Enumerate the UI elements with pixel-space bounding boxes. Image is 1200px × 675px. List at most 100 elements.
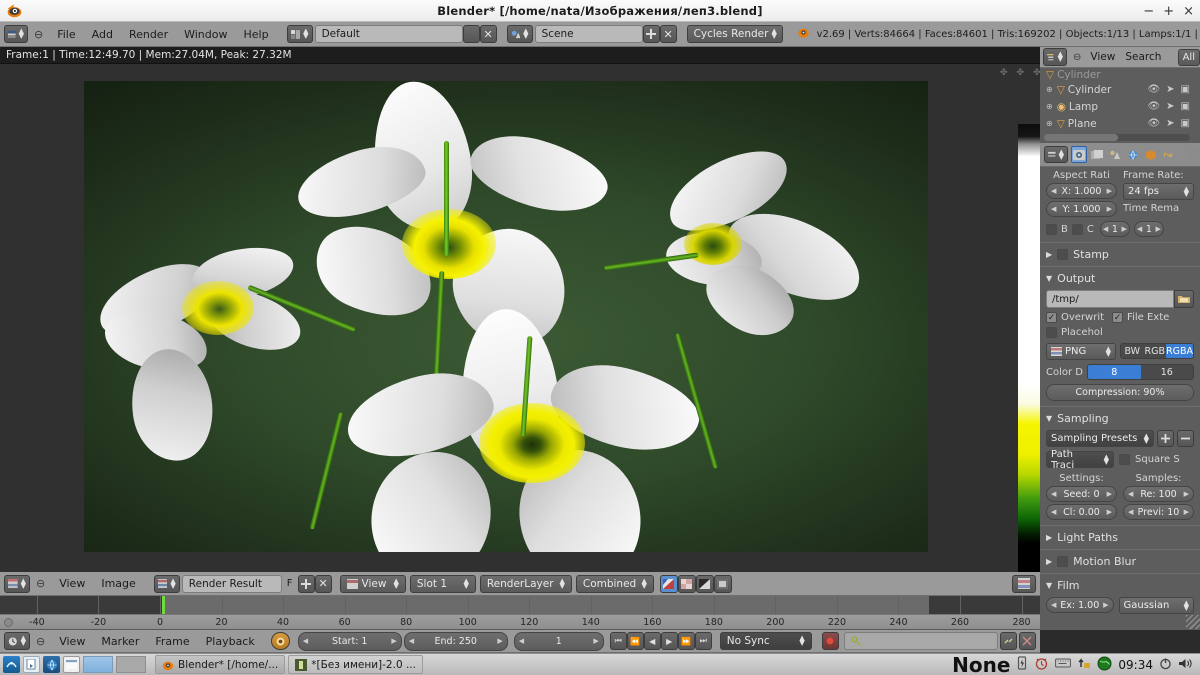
- increment-icon[interactable]: ▶: [1107, 490, 1112, 498]
- add-layout-button[interactable]: plus-icon: [463, 25, 480, 43]
- aspect-y-field[interactable]: ◀ Y: 1.000 ▶: [1046, 201, 1117, 217]
- motion-blur-panel-header[interactable]: ▶ Motion Blur: [1046, 552, 1194, 571]
- info-editor-icon[interactable]: ▲▼: [4, 25, 28, 43]
- decrement-icon[interactable]: ◀: [519, 637, 524, 645]
- list-item[interactable]: ▽ Cylinder: [1040, 68, 1200, 81]
- cursor-icon[interactable]: ➤: [1166, 101, 1174, 112]
- menu-view[interactable]: View: [51, 571, 93, 596]
- constraints-tab[interactable]: [1161, 146, 1177, 163]
- keyboard-layout-icon[interactable]: [1055, 657, 1071, 672]
- screen-layout-field[interactable]: Default: [315, 25, 463, 43]
- next-keyframe-icon[interactable]: ⏩: [678, 632, 695, 650]
- light-paths-panel-header[interactable]: ▶ Light Paths: [1046, 528, 1194, 547]
- fake-user-toggle[interactable]: F: [287, 578, 293, 589]
- screen-layout-icon[interactable]: ▲▼: [287, 25, 313, 43]
- integrator-dropdown[interactable]: Path Traci ▲▼: [1046, 451, 1114, 468]
- list-item[interactable]: ⊕ ▽ Plane 👁 ➤ ▣: [1040, 115, 1200, 132]
- workspace-1[interactable]: [83, 656, 113, 673]
- play-reverse-icon[interactable]: ◀: [644, 632, 661, 650]
- overwrite-checkbox[interactable]: ✓: [1046, 312, 1057, 323]
- eye-icon[interactable]: 👁: [1147, 101, 1160, 112]
- stamp-panel-header[interactable]: ▶ Stamp: [1046, 245, 1194, 264]
- color-mode-rgba[interactable]: RGBA: [1166, 344, 1193, 358]
- timeline-track[interactable]: [0, 596, 1040, 614]
- color-mode-segmented[interactable]: BW RGB RGBA: [1120, 343, 1194, 359]
- minimize-icon[interactable]: −: [1143, 5, 1154, 18]
- workspace-2[interactable]: [116, 656, 146, 673]
- outliner-tree[interactable]: ▽ Cylinder ⊕ ▽ Cylinder 👁 ➤ ▣ ⊕ ◉ Lamp 👁: [1040, 68, 1200, 143]
- increment-icon[interactable]: ▶: [497, 637, 502, 645]
- menu-help[interactable]: Help: [235, 22, 276, 47]
- collapse-menu-icon[interactable]: ⊖: [34, 28, 43, 41]
- taskbar-clock[interactable]: 09:34: [1118, 658, 1153, 672]
- properties-editor-icon[interactable]: ▲▼: [1044, 146, 1068, 163]
- color-channels-icon[interactable]: [660, 575, 678, 593]
- task-blender[interactable]: Blender* [/home/...: [155, 655, 285, 674]
- eye-icon[interactable]: 👁: [1147, 84, 1160, 95]
- properties-area[interactable]: ▲▼ Asp: [1040, 143, 1200, 630]
- collapse-menu-icon[interactable]: ⊖: [36, 635, 45, 648]
- folder-icon[interactable]: [1174, 290, 1194, 308]
- clamp-field[interactable]: ◀ Cl: 0.00 ▶: [1046, 504, 1117, 520]
- time-remap-b-checkbox[interactable]: [1046, 224, 1057, 235]
- motion-blur-checkbox[interactable]: [1057, 556, 1068, 567]
- network-icon[interactable]: [43, 656, 60, 673]
- decrement-icon[interactable]: ◀: [1051, 490, 1056, 498]
- camera-icon[interactable]: ▣: [1181, 84, 1190, 95]
- increment-icon[interactable]: ▶: [391, 637, 396, 645]
- sampling-panel-header[interactable]: ▼ Sampling: [1046, 409, 1194, 428]
- jump-to-start-icon[interactable]: ⏮: [610, 632, 627, 650]
- record-icon[interactable]: [822, 632, 839, 650]
- previous-keyframe-icon[interactable]: ⏪: [627, 632, 644, 650]
- decrement-icon[interactable]: ◀: [1128, 490, 1133, 498]
- seed-field[interactable]: ◀ Seed: 0 ▶: [1046, 486, 1117, 502]
- outliner-horizontal-scrollbar[interactable]: [1044, 134, 1190, 141]
- decrement-icon[interactable]: ◀: [409, 637, 414, 645]
- scene-field[interactable]: Scene: [535, 25, 643, 43]
- output-path-field[interactable]: /tmp/: [1046, 290, 1174, 308]
- stamp-checkbox[interactable]: [1057, 249, 1068, 260]
- add-preset-button[interactable]: [1157, 430, 1174, 447]
- color-mode-bw[interactable]: BW: [1121, 344, 1144, 358]
- task-text-editor[interactable]: *[Без имени]-2.0 ...: [288, 655, 423, 674]
- outliner-menu-search[interactable]: Search: [1120, 47, 1166, 68]
- camera-icon[interactable]: ▣: [1181, 118, 1190, 129]
- increment-icon[interactable]: ▶: [1121, 225, 1126, 233]
- menu-playback[interactable]: Playback: [198, 629, 263, 654]
- area-grip[interactable]: [1186, 615, 1200, 629]
- network-up-down-icon[interactable]: [1077, 656, 1091, 673]
- menu-image[interactable]: Image: [93, 571, 143, 596]
- placeholders-checkbox[interactable]: [1046, 327, 1057, 338]
- camera-icon[interactable]: ▣: [1181, 101, 1190, 112]
- collapse-menu-icon[interactable]: ⊖: [36, 577, 45, 590]
- render-slot-dropdown[interactable]: Slot 1 ▲▼: [410, 575, 476, 593]
- image-editor-icon[interactable]: ▲▼: [4, 575, 30, 593]
- output-panel-header[interactable]: ▼ Output: [1046, 269, 1194, 288]
- decrement-icon[interactable]: ◀: [1051, 205, 1056, 213]
- volume-icon[interactable]: [1178, 657, 1193, 673]
- menu-frame[interactable]: Frame: [147, 629, 197, 654]
- render-result-image[interactable]: [84, 81, 928, 552]
- filter-type-dropdown[interactable]: Gaussian ▲▼: [1119, 597, 1195, 614]
- close-icon[interactable]: ×: [1183, 5, 1194, 18]
- film-panel-header[interactable]: ▼ Film: [1046, 576, 1194, 595]
- preview-samples-field[interactable]: ◀ Previ: 10 ▶: [1123, 504, 1194, 520]
- increment-icon[interactable]: ▶: [1184, 508, 1189, 516]
- time-remap-c-checkbox[interactable]: [1072, 224, 1083, 235]
- area-grip[interactable]: [1186, 146, 1200, 160]
- delete-scene-button[interactable]: ✕: [660, 25, 677, 43]
- editor-type-icon[interactable]: [1012, 575, 1036, 593]
- decrement-icon[interactable]: ◀: [1137, 225, 1142, 233]
- time-remap-old-field[interactable]: ◀ 1 ▶: [1100, 221, 1130, 237]
- menu-file[interactable]: File: [49, 22, 83, 47]
- clear-keyingset-icon[interactable]: [1019, 632, 1036, 650]
- play-icon[interactable]: ▶: [661, 632, 678, 650]
- maximize-icon[interactable]: +: [1163, 5, 1174, 18]
- decrement-icon[interactable]: ◀: [1051, 601, 1056, 609]
- increment-icon[interactable]: ▶: [1103, 601, 1108, 609]
- outliner-menu-view[interactable]: View: [1085, 47, 1120, 68]
- cursor-icon[interactable]: ➤: [1166, 118, 1174, 129]
- exposure-field[interactable]: ◀ Ex: 1.00 ▶: [1046, 597, 1114, 613]
- record-keyframes-icon[interactable]: [271, 632, 290, 650]
- render-preview-icon[interactable]: [714, 575, 732, 593]
